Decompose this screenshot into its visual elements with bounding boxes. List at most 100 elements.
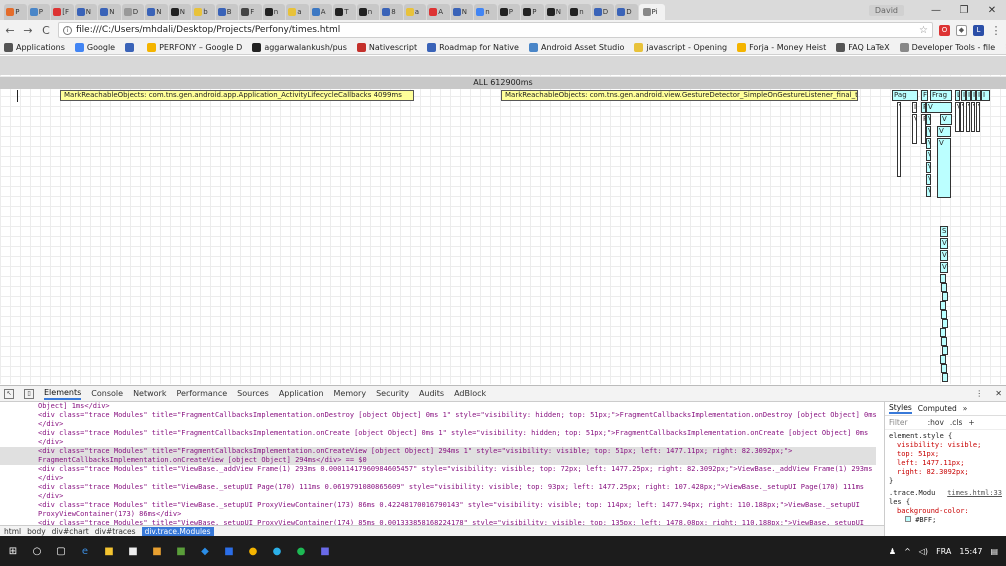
trace-block[interactable]: V [926,138,931,149]
devtools-tab-adblock[interactable]: AdBlock [454,389,486,398]
trace-block[interactable]: F [921,90,928,101]
trace-block[interactable] [941,364,947,373]
extension-icon[interactable]: O [939,24,950,36]
profile-button[interactable]: David [868,4,904,16]
reload-icon[interactable]: C [40,24,52,37]
trace-block[interactable] [940,274,946,283]
trace-block[interactable]: V [940,250,948,261]
inspect-icon[interactable]: ↖ [4,388,14,399]
browser-tab[interactable]: N [450,4,473,20]
devtools-tab-sources[interactable]: Sources [237,389,269,398]
dom-node-line[interactable]: <div class="trace Modules" title="ViewBa… [0,501,876,510]
dom-node-line[interactable]: FragmentCallbacksImplementation.onCreate… [0,456,876,465]
trace-block[interactable]: L [955,90,960,101]
tray-arrow-icon[interactable]: ^ [904,547,911,556]
clock[interactable]: 15:47 [959,547,982,556]
vscode-icon[interactable]: ◆ [198,544,212,558]
dom-node-line[interactable]: </div> [0,492,876,501]
info-icon[interactable]: i [63,25,72,35]
trace-block[interactable] [941,283,947,292]
notifications-icon[interactable]: ▤ [990,547,998,556]
browser-tab[interactable]: n [474,4,497,20]
task-view-icon[interactable]: ▢ [54,544,68,558]
trace-block[interactable] [942,292,948,301]
browser-tab[interactable]: B [215,4,238,20]
app-icon[interactable]: ■ [150,544,164,558]
tab-computed[interactable]: Computed [918,404,957,413]
trace-block[interactable]: V [940,238,948,249]
browser-tab[interactable]: P [521,4,544,20]
bookmark-item[interactable]: PERFONY – Google D [147,42,242,52]
dom-node-line[interactable]: </div> [0,438,876,447]
trace-block[interactable] [942,373,948,382]
breadcrumb-item[interactable]: div.trace.Modules [141,527,214,536]
app-green-icon[interactable]: ■ [174,544,188,558]
trace-block[interactable]: V [937,138,951,198]
filter-input[interactable]: Filter [889,418,908,427]
bookmark-item[interactable]: Android Asset Studio [528,42,624,52]
breadcrumb-item[interactable]: html [4,527,21,536]
dom-node-line[interactable]: <div class="trace Modules" title="Fragme… [0,429,876,438]
bookmark-item[interactable]: Developer Tools - file [899,42,995,52]
volume-icon[interactable]: ◁) [919,547,928,556]
devtools-close-icon[interactable]: ✕ [995,389,1002,398]
devtools-tab-performance[interactable]: Performance [176,389,227,398]
breadcrumb-item[interactable]: body [27,527,46,536]
browser-tab[interactable]: b [192,4,215,20]
browser-tab[interactable]: n [356,4,379,20]
search-icon[interactable]: ○ [30,544,44,558]
trace-block[interactable]: Frag [930,90,952,101]
browser-tab[interactable]: 8 [380,4,403,20]
address-bar[interactable]: i file:///C:/Users/mhdali/Desktop/Projec… [58,22,933,38]
trace-block[interactable] [940,355,946,364]
bookmark-item[interactable]: aggarwalankush/pus [252,42,347,52]
windows-start-icon[interactable]: ⊞ [6,544,20,558]
devtools-tab-security[interactable]: Security [376,389,409,398]
trace-block[interactable] [941,310,947,319]
trace-block[interactable] [942,319,948,328]
bookmark-item[interactable]: Google [74,42,115,52]
extension-icon[interactable]: ◆ [956,24,967,36]
devtools-tab-network[interactable]: Network [133,389,166,398]
devtools-tab-audits[interactable]: Audits [419,389,444,398]
breadcrumb-item[interactable]: div#traces [95,527,136,536]
device-toolbar-icon[interactable]: ▯ [24,388,34,399]
minimize-icon[interactable]: — [922,5,950,16]
dom-node-line[interactable]: <div class="trace Modules" title="ViewBa… [0,483,876,492]
browser-tab[interactable]: n [568,4,591,20]
menu-icon[interactable]: ⋮ [990,24,1002,37]
bookmark-item[interactable] [125,42,137,52]
devtools-tab-application[interactable]: Application [279,389,324,398]
add-rule-button[interactable]: + [968,418,974,427]
file-explorer-icon[interactable]: ■ [102,544,116,558]
trace-block[interactable]: V [926,150,931,161]
trace-block[interactable]: V [926,126,931,137]
browser-tab[interactable]: a [286,4,309,20]
browser-tab[interactable]: T [333,4,356,20]
bookmark-item[interactable]: javascript - Opening [634,42,727,52]
bookmark-item[interactable]: Applications [4,42,65,52]
style-value[interactable]: #BFF; [915,516,936,524]
hover-toggle[interactable]: :hov [928,418,944,427]
trace-block[interactable]: Pag [892,90,918,101]
tab-styles[interactable]: Styles [889,403,912,414]
style-prop[interactable]: visibility: visible; [889,441,1002,450]
trace-block[interactable]: V [937,126,951,137]
browser-tab[interactable]: N [74,4,97,20]
browser-tab[interactable]: [F [51,4,74,20]
dom-node-line[interactable]: </div> [0,420,876,429]
bookmark-item[interactable]: Roadmap for Native [427,42,519,52]
trace-block[interactable]: I [981,90,990,101]
trace-block[interactable]: V [926,114,931,125]
extension-icon[interactable]: L [973,24,984,36]
bookmark-star-icon[interactable]: ☆ [919,25,928,36]
breadcrumb-item[interactable]: div#chart [52,527,89,536]
browser-tab[interactable]: P [4,4,27,20]
browser-tab[interactable]: N [544,4,567,20]
back-icon[interactable]: ← [4,24,16,37]
dom-node-line[interactable]: <div class="trace Modules" title="Fragme… [0,447,876,456]
browser-tab[interactable]: N [168,4,191,20]
spotify-icon[interactable]: ● [294,544,308,558]
style-prop[interactable]: right: 82.3092px; [889,468,1002,477]
skype-icon[interactable]: ● [270,544,284,558]
